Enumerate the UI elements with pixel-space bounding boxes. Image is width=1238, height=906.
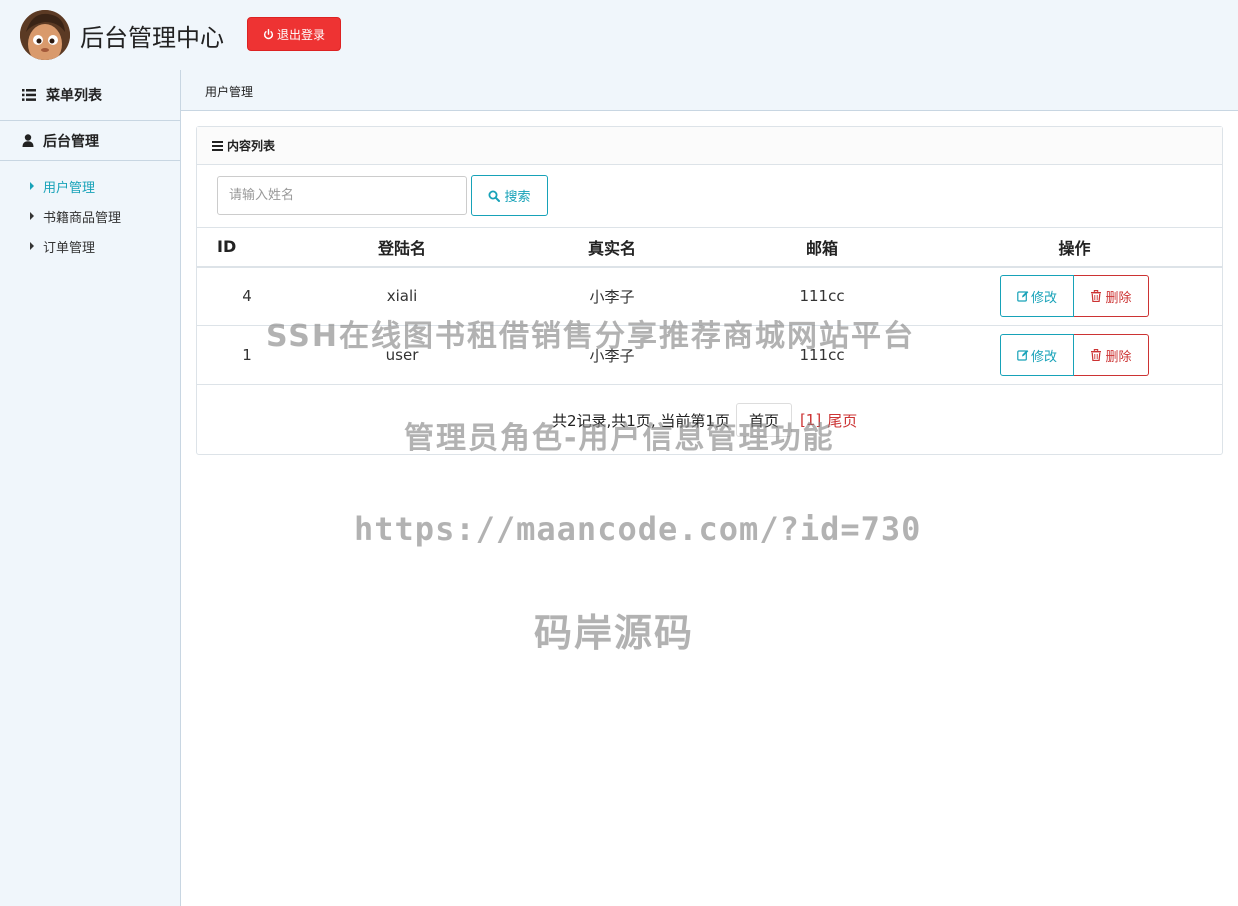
search-row: 搜索 — [217, 175, 548, 216]
avatar — [20, 10, 70, 60]
menu-list-title: 菜单列表 — [46, 88, 102, 104]
watermark-url: https://maancode.com/?id=730 — [354, 510, 922, 548]
column-header-email: 邮箱 — [717, 227, 927, 268]
bars-icon — [212, 140, 223, 151]
edit-button[interactable]: 修改 — [1000, 334, 1074, 376]
logout-button[interactable]: 退出登录 — [247, 17, 341, 51]
avatar-image — [20, 10, 70, 60]
panel-title: 内容列表 — [227, 139, 276, 153]
menu-list-header: 菜单列表 — [0, 70, 180, 121]
edit-icon — [1017, 350, 1029, 361]
edit-label: 修改 — [1030, 289, 1057, 305]
sidebar-group-admin[interactable]: 后台管理 — [0, 121, 180, 161]
delete-label: 删除 — [1105, 348, 1132, 364]
search-input[interactable] — [217, 176, 467, 215]
trash-icon — [1091, 290, 1102, 303]
caret-right-icon — [30, 242, 34, 250]
top-header: 后台管理中心 退出登录 — [0, 0, 1238, 70]
cell-actions: 修改 删除 — [927, 325, 1222, 385]
sidebar-group-label: 后台管理 — [43, 133, 99, 150]
delete-button[interactable]: 删除 — [1074, 275, 1149, 318]
breadcrumb: 用户管理 — [205, 85, 254, 99]
power-icon — [263, 28, 274, 39]
table-header-row: ID 登陆名 真实名 邮箱 操作 — [197, 227, 1222, 268]
watermark-subtitle: 管理员角色-用户信息管理功能 — [404, 421, 835, 456]
list-icon — [22, 89, 36, 101]
search-button[interactable]: 搜索 — [471, 175, 548, 216]
caret-right-icon — [30, 182, 34, 190]
sidebar-item-order-management[interactable]: 订单管理 — [0, 231, 180, 261]
app-title: 后台管理中心 — [80, 24, 224, 52]
delete-button[interactable]: 删除 — [1074, 334, 1149, 376]
sidebar-menu: 用户管理 书籍商品管理 订单管理 — [0, 161, 180, 261]
trash-icon — [1091, 349, 1102, 361]
user-table: ID 登陆名 真实名 邮箱 操作 4 xiali 小李子 111cc 修改 删除… — [197, 227, 1222, 385]
search-icon — [488, 190, 501, 202]
row-actions: 修改 删除 — [1000, 334, 1149, 376]
user-icon — [22, 134, 34, 147]
sidebar-item-label: 订单管理 — [43, 240, 96, 256]
column-header-login: 登陆名 — [297, 227, 507, 268]
column-header-real-name: 真实名 — [507, 227, 717, 268]
search-button-label: 搜索 — [504, 189, 531, 204]
watermark-title: SSH在线图书租借销售分享推荐商城网站平台 — [266, 319, 915, 354]
caret-right-icon — [30, 212, 34, 220]
delete-label: 删除 — [1105, 289, 1132, 305]
main-content: 内容列表 搜索 ID 登陆名 真实名 邮箱 操作 — [181, 111, 1238, 906]
sidebar-item-label: 用户管理 — [43, 180, 96, 196]
edit-label: 修改 — [1030, 348, 1057, 364]
watermark-brand: 码岸源码 — [534, 611, 695, 655]
edit-icon — [1017, 291, 1029, 302]
column-header-actions: 操作 — [927, 227, 1222, 268]
sidebar: 菜单列表 后台管理 用户管理 书籍商品管理 订单管理 — [0, 70, 181, 906]
panel-header: 内容列表 — [197, 127, 1222, 165]
row-actions: 修改 删除 — [1000, 275, 1149, 318]
column-header-id: ID — [197, 227, 297, 268]
breadcrumb-bar: 用户管理 — [181, 70, 1238, 111]
sidebar-item-book-management[interactable]: 书籍商品管理 — [0, 201, 180, 231]
content-panel: 内容列表 搜索 ID 登陆名 真实名 邮箱 操作 — [196, 126, 1223, 455]
cell-actions: 修改 删除 — [927, 266, 1222, 326]
edit-button[interactable]: 修改 — [1000, 275, 1074, 318]
sidebar-item-label: 书籍商品管理 — [43, 210, 122, 226]
sidebar-item-user-management[interactable]: 用户管理 — [0, 171, 180, 201]
logout-label: 退出登录 — [276, 27, 325, 42]
